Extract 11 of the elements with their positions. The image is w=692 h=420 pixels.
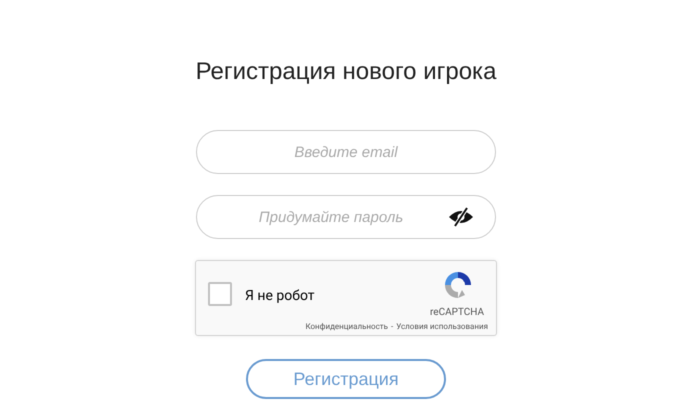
terms-link[interactable]: Условия использования xyxy=(396,322,488,331)
password-field[interactable]: Придумайте пароль xyxy=(196,195,496,239)
captcha-checkbox[interactable] xyxy=(208,282,232,306)
recaptcha-logo-icon xyxy=(442,269,474,301)
captcha-brand: reCAPTCHA xyxy=(430,307,484,318)
link-separator: - xyxy=(391,322,394,331)
email-field[interactable]: Введите email xyxy=(196,130,496,174)
page-title: Регистрация нового игрока xyxy=(196,57,496,87)
privacy-link[interactable]: Конфиденциальность xyxy=(305,322,388,331)
eye-slash-icon[interactable] xyxy=(448,207,474,227)
captcha-label: Я не робот xyxy=(245,288,315,306)
